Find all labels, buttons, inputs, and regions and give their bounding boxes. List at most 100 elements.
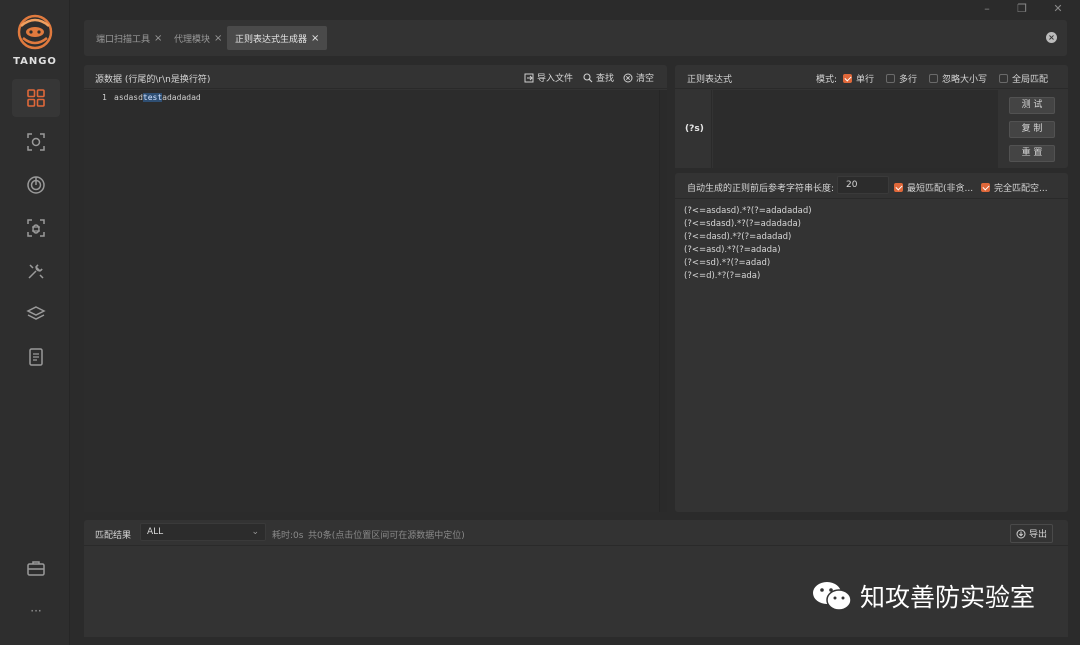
source-text-highlight: test — [142, 93, 163, 102]
generator-panel: 自动生成的正则前后参考字符串长度: 20 最短匹配(非贪... 完全匹配空...… — [675, 173, 1068, 512]
option-label: 单行 — [856, 75, 875, 85]
nav-radar[interactable] — [12, 166, 60, 204]
option-shortest[interactable]: 最短匹配(非贪... — [894, 181, 973, 194]
length-input[interactable]: 20 — [837, 176, 889, 194]
nav-layers[interactable] — [12, 295, 60, 333]
wechat-icon — [813, 582, 852, 611]
watermark-text: 知攻善防实验室 — [860, 583, 1036, 612]
restore-button[interactable]: ❐ — [1015, 2, 1029, 16]
source-text-after: adadadad — [162, 93, 201, 102]
nav-more[interactable]: ··· — [12, 592, 60, 630]
tab-port-scan[interactable]: 端口扫描工具 × — [88, 26, 170, 50]
find-label: 查找 — [596, 74, 615, 84]
option-global[interactable]: 全局匹配 — [999, 72, 1048, 85]
export-icon — [1016, 529, 1026, 538]
regex-panel-header: 正则表达式 模式: 单行 多行 忽略大小写 全局匹配 — [675, 65, 1068, 89]
test-button[interactable]: 测 试 — [1009, 97, 1055, 114]
regex-title: 正则表达式 — [687, 75, 733, 85]
generated-regex[interactable]: (?<=d).*?(?=ada) — [684, 270, 812, 283]
source-line: asdasdtestadadadad — [114, 93, 201, 102]
layers-icon — [26, 306, 46, 320]
generated-regex[interactable]: (?<=dasd).*?(?=adadad) — [684, 231, 812, 244]
import-label: 导入文件 — [537, 74, 574, 84]
global-match-checkbox[interactable] — [999, 74, 1008, 83]
clear-icon — [623, 73, 633, 82]
generated-results: (?<=asdasd).*?(?=adadadad) (?<=sdasd).*?… — [684, 205, 812, 283]
option-label: 最短匹配(非贪... — [907, 184, 974, 194]
logo-text: TANGO — [13, 56, 57, 67]
option-single-line[interactable]: 单行 — [843, 72, 874, 85]
regex-panel: 正则表达式 模式: 单行 多行 忽略大小写 全局匹配 (?s) 测 试 复 制 … — [675, 65, 1068, 168]
shortest-match-checkbox[interactable] — [894, 183, 903, 192]
close-window-button[interactable]: ✕ — [1051, 2, 1065, 16]
generator-panel-header: 自动生成的正则前后参考字符串长度: 20 最短匹配(非贪... 完全匹配空... — [675, 173, 1068, 199]
match-panel-header: 匹配结果 ALL ⌄ 耗时:0s 共0条(点击位置区间可在源数据中定位) 导出 — [84, 520, 1068, 546]
export-button[interactable]: 导出 — [1010, 524, 1054, 543]
mode-label: 模式: — [816, 75, 838, 85]
regex-prefix-box: (?s) — [675, 90, 712, 168]
elapsed-time: 耗时:0s — [272, 531, 304, 541]
bug-scan-icon — [27, 219, 45, 237]
copy-button[interactable]: 复 制 — [1009, 121, 1055, 138]
clear-button[interactable]: 清空 — [623, 71, 654, 84]
length-label: 自动生成的正则前后参考字符串长度: — [687, 184, 835, 194]
close-all-tabs-icon[interactable]: × — [1046, 32, 1057, 43]
source-scrollbar[interactable] — [659, 90, 667, 512]
sidebar: TANGO ··· — [0, 0, 70, 645]
search-icon — [583, 72, 593, 82]
full-match-checkbox[interactable] — [981, 183, 990, 192]
tab-close-icon[interactable]: × — [311, 33, 319, 44]
nav-toolbox[interactable] — [12, 549, 60, 587]
nav-dashboard[interactable] — [12, 79, 60, 117]
option-ignore-case[interactable]: 忽略大小写 — [929, 72, 987, 85]
source-panel: 源数据 (行尾的\r\n是换行符) 导入文件 查找 清空 1 asdasdtes… — [84, 65, 667, 512]
tab-label: 代理模块 — [174, 34, 211, 45]
tab-label: 正则表达式生成器 — [235, 34, 308, 45]
ignore-case-checkbox[interactable] — [929, 74, 938, 83]
find-button[interactable]: 查找 — [583, 71, 614, 84]
match-select-value: ALL — [147, 527, 164, 537]
option-full-match[interactable]: 完全匹配空... — [981, 181, 1048, 194]
chevron-down-icon: ⌄ — [251, 527, 259, 537]
single-line-checkbox[interactable] — [843, 74, 852, 83]
clear-label: 清空 — [636, 74, 655, 84]
tab-close-icon[interactable]: × — [154, 33, 162, 44]
option-label: 忽略大小写 — [942, 75, 988, 85]
option-label: 多行 — [899, 75, 918, 85]
multi-line-checkbox[interactable] — [886, 74, 895, 83]
minimize-button[interactable]: – — [980, 2, 994, 16]
nav-bug[interactable] — [12, 209, 60, 247]
tab-bar: 端口扫描工具 × 代理模块 × 正则表达式生成器 × × — [84, 20, 1067, 56]
match-count: 共0条(点击位置区间可在源数据中定位) — [308, 531, 465, 541]
generated-regex[interactable]: (?<=sdasd).*?(?=adadada) — [684, 218, 812, 231]
reset-button[interactable]: 重 置 — [1009, 145, 1055, 162]
option-label: 全局匹配 — [1012, 75, 1049, 85]
tango-logo: TANGO — [8, 12, 62, 70]
nav-tools[interactable] — [12, 252, 60, 290]
source-panel-header: 源数据 (行尾的\r\n是换行符) 导入文件 查找 清空 — [84, 65, 667, 89]
import-icon — [524, 73, 534, 82]
option-multi-line[interactable]: 多行 — [886, 72, 917, 85]
nav-notes[interactable] — [12, 338, 60, 376]
scan-icon — [27, 133, 45, 151]
generated-regex[interactable]: (?<=asdasd).*?(?=adadadad) — [684, 205, 812, 218]
tab-regex-generator[interactable]: 正则表达式生成器 × — [227, 26, 328, 50]
line-number: 1 — [102, 93, 107, 102]
document-icon — [29, 348, 43, 366]
source-editor[interactable]: 1 asdasdtestadadadad — [84, 90, 659, 512]
tab-label: 端口扫描工具 — [96, 34, 151, 45]
generated-regex[interactable]: (?<=sd).*?(?=adad) — [684, 257, 812, 270]
tab-proxy[interactable]: 代理模块 × — [166, 26, 230, 50]
radar-icon — [27, 176, 45, 194]
watermark: 知攻善防实验室 — [812, 578, 1035, 614]
match-select[interactable]: ALL ⌄ — [140, 523, 266, 541]
nav-scan[interactable] — [12, 123, 60, 161]
regex-input[interactable] — [713, 90, 998, 168]
import-file-button[interactable]: 导入文件 — [524, 71, 573, 84]
tab-close-icon[interactable]: × — [214, 33, 222, 44]
export-label: 导出 — [1029, 530, 1048, 540]
tools-icon — [28, 264, 44, 279]
match-title: 匹配结果 — [95, 531, 132, 541]
regex-prefix: (?s) — [685, 124, 704, 134]
generated-regex[interactable]: (?<=asd).*?(?=adada) — [684, 244, 812, 257]
